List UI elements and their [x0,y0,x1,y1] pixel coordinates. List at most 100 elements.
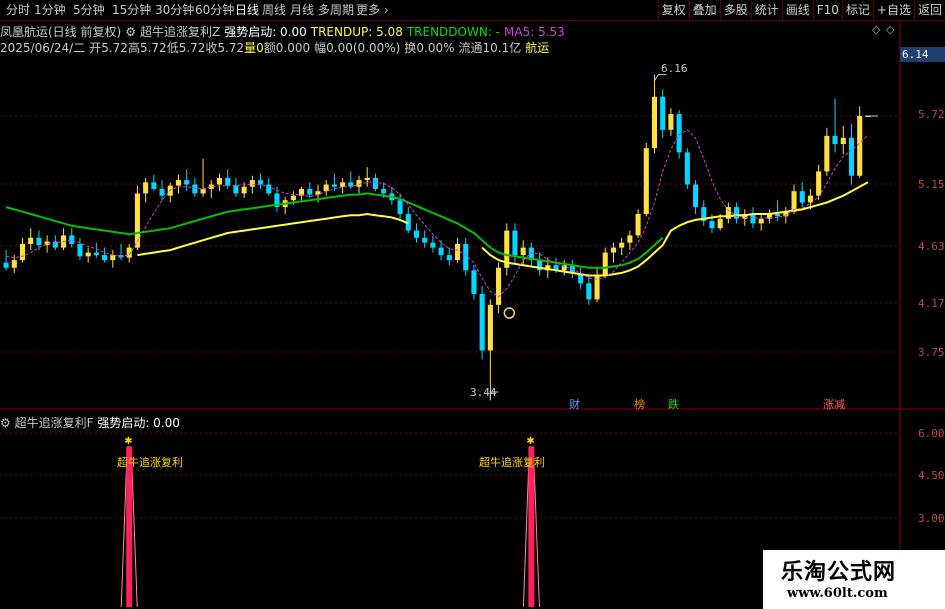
candle-up [520,247,526,256]
candle-up [504,230,510,268]
event-reduce-marker[interactable]: 涨减 [823,396,845,412]
gear-icon[interactable]: ⚙ [125,25,136,39]
candle-up [323,184,329,192]
back-button[interactable]: 返回 [913,0,945,20]
period-tab-30min[interactable]: 30分钟 [155,1,194,19]
star-icon: ✱ [124,436,132,447]
candle-down [257,180,264,185]
chart-grid [0,21,945,609]
candle-down [553,265,559,271]
quote-amount: 额0.000 [263,41,311,55]
price-axis-label: 5.72 [918,108,945,121]
period-tab-15min[interactable]: 15分钟 [112,1,151,19]
candle-down [446,255,452,261]
candle-up [299,188,305,196]
candle-down [430,242,436,248]
signal-bar [528,447,535,607]
candle-up [594,275,600,300]
candle-up [496,267,502,305]
main-chart-header: 凤凰航运(日线 前复权) ⚙ 超牛追涨复利Z 强势启动: 0.00 TRENDUP: 5… [0,23,569,39]
candle-up [619,242,625,248]
quote-line: 2025/06/24/二 开5.72高5.72低5.72收5.72量0额0.000… [0,39,549,55]
candle-up [857,116,863,176]
period-tab-60min[interactable]: 60分钟 [195,1,234,19]
period-tab-weekly[interactable]: 周线 [262,1,286,19]
candle-down [184,180,190,185]
candle-up [126,247,132,258]
quote-float: 流通10.1亿 [458,41,522,55]
multi-stock-button[interactable]: 多股 [719,0,751,20]
candle-up [668,114,674,130]
period-tab-1min[interactable]: 1分钟 [34,1,66,19]
quote-close: 收5.72 [205,41,245,55]
ma-lines [5,74,878,401]
ma5-line [6,129,869,298]
candle-up [110,255,116,261]
candle-up [545,265,551,271]
period-tab-daily[interactable]: 日线 [235,1,259,19]
candle-down [225,177,231,186]
add-watchlist-button[interactable]: +自选 [872,0,914,20]
candle-down [192,184,198,194]
quote-turnover: 换0.00% [404,41,455,55]
candle-down [77,243,83,257]
candle-down [405,214,411,231]
period-tab-fenshi[interactable]: 分时 [6,1,30,19]
indicator-panel-header: ⚙ 超牛追涨复利F 强势启动: 0.00 [0,414,180,431]
quote-low: 低5.72 [166,41,206,55]
period-tab-more[interactable]: 更多 › [356,1,389,19]
overlay-button[interactable]: 叠加 [688,0,720,20]
draw-line-button[interactable]: 画线 [781,0,813,20]
candle-down [692,184,699,208]
price-axis-label: 5.15 [918,178,945,191]
high-price-marker: 6.16 [661,62,688,75]
f10-button[interactable]: F10 [812,0,842,20]
period-tab-multi[interactable]: 多周期 [318,1,354,19]
dollar-marker [503,307,516,319]
signal-envelope [522,446,540,608]
stock-name[interactable]: 凤凰航运(日线 前复权) [0,25,121,39]
signal-bars: ✱ ✱ [120,436,540,608]
sector-label[interactable]: 航运 [525,41,549,55]
candle-down [69,235,75,244]
trenddown-value: TRENDDOWN: - [406,25,501,39]
low-price-marker: 3.44 [470,386,497,399]
candle-down [274,193,280,208]
period-tab-monthly[interactable]: 月线 [290,1,314,19]
signal-envelope [120,446,138,608]
candle-up [816,171,822,196]
candle-up [758,218,764,224]
candle-up [167,185,173,196]
candle-down [471,270,477,295]
fuquan-button[interactable]: 复权 [657,0,689,20]
event-list-marker[interactable]: 榜 [634,396,645,412]
price-axis-label: 4.17 [918,297,945,310]
mark-button[interactable]: 标记 [841,0,873,20]
stats-button[interactable]: 统计 [750,0,782,20]
candle-up [175,180,182,186]
diamond-outline-icon[interactable]: ◇ [886,23,894,36]
indicator-panel-name[interactable]: 超牛追涨复利F [15,416,94,430]
event-drop-marker[interactable]: 跌 [668,396,679,412]
candle-down [734,207,740,219]
candle-up [11,260,17,268]
candle-up [249,180,255,187]
indicator-name[interactable]: 超牛追涨复利Z [140,25,220,39]
candle-down [422,237,428,243]
event-finance-marker[interactable]: 财 [569,396,580,412]
candle-up [651,96,658,149]
signal-bar [126,447,133,607]
period-tab-5min[interactable]: 5分钟 [73,1,105,19]
diamond-icon[interactable]: ◇ [872,23,880,36]
quote-volume: 量0 [244,41,264,55]
candle-up [44,241,50,246]
quote-high: 高5.72 [127,41,167,55]
candle-down [151,182,157,189]
kline-chart[interactable]: ✱ ✱ [0,0,945,609]
watermark-title: 乐淘公式网 [781,560,897,585]
candle-down [799,191,805,203]
gear-icon[interactable]: ⚙ [0,416,11,430]
candle-up [487,304,493,351]
indicator-axis-label: 6.00 [918,427,945,440]
candle-up [865,116,871,117]
